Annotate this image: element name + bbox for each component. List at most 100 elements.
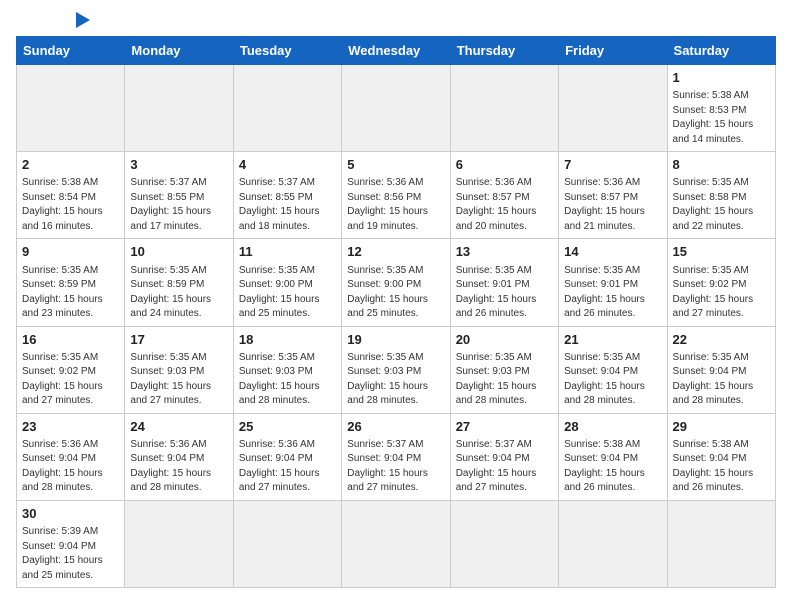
day-info: Sunrise: 5:35 AMSunset: 9:01 PMDaylight:…	[564, 264, 661, 322]
weekday-header-row: SundayMondayTuesdayWednesdayThursdayFrid…	[17, 37, 776, 65]
calendar-cell	[233, 65, 341, 152]
weekday-header-saturday: Saturday	[667, 37, 775, 65]
day-info: Sunrise: 5:35 AMSunset: 9:03 PMDaylight:…	[347, 351, 444, 409]
calendar-cell: 29 Sunrise: 5:38 AMSunset: 9:04 PMDayligh…	[667, 413, 775, 500]
calendar-cell: 18 Sunrise: 5:35 AMSunset: 9:03 PMDayligh…	[233, 326, 341, 413]
day-number: 19	[347, 331, 444, 349]
calendar-cell: 30Sunrise: 5:39 AMSunset: 9:04 PMDayligh…	[17, 500, 125, 587]
weekday-header-wednesday: Wednesday	[342, 37, 450, 65]
calendar-cell: 8 Sunrise: 5:35 AMSunset: 8:58 PMDaylight…	[667, 152, 775, 239]
calendar-week-row: 9 Sunrise: 5:35 AMSunset: 8:59 PMDaylight…	[17, 239, 776, 326]
day-number: 1	[673, 69, 770, 87]
calendar-cell	[342, 500, 450, 587]
calendar-cell: 22Sunrise: 5:35 AMSunset: 9:04 PMDayligh…	[667, 326, 775, 413]
day-number: 25	[239, 418, 336, 436]
day-info: Sunrise: 5:35 AMSunset: 9:02 PMDaylight:…	[22, 351, 119, 409]
day-info: Sunrise: 5:37 AMSunset: 8:55 PMDaylight:…	[239, 176, 336, 234]
calendar-cell: 12 Sunrise: 5:35 AMSunset: 9:00 PMDayligh…	[342, 239, 450, 326]
day-number: 17	[130, 331, 227, 349]
weekday-header-friday: Friday	[559, 37, 667, 65]
calendar-cell: 10Sunrise: 5:35 AMSunset: 8:59 PMDayligh…	[125, 239, 233, 326]
day-info: Sunrise: 5:35 AMSunset: 8:58 PMDaylight:…	[673, 176, 770, 234]
calendar-cell: 24 Sunrise: 5:36 AMSunset: 9:04 PMDayligh…	[125, 413, 233, 500]
calendar-cell: 15Sunrise: 5:35 AMSunset: 9:02 PMDayligh…	[667, 239, 775, 326]
calendar-cell: 9 Sunrise: 5:35 AMSunset: 8:59 PMDaylight…	[17, 239, 125, 326]
day-number: 22	[673, 331, 770, 349]
day-info: Sunrise: 5:36 AMSunset: 8:56 PMDaylight:…	[347, 176, 444, 234]
day-number: 30	[22, 505, 119, 523]
day-info: Sunrise: 5:36 AMSunset: 9:04 PMDaylight:…	[22, 438, 119, 496]
day-info: Sunrise: 5:37 AMSunset: 8:55 PMDaylight:…	[130, 176, 227, 234]
day-number: 5	[347, 156, 444, 174]
day-info: Sunrise: 5:38 AMSunset: 8:54 PMDaylight:…	[22, 176, 119, 234]
day-number: 16	[22, 331, 119, 349]
day-number: 7	[564, 156, 661, 174]
day-info: Sunrise: 5:35 AMSunset: 9:04 PMDaylight:…	[564, 351, 661, 409]
calendar-cell	[125, 500, 233, 587]
weekday-header-tuesday: Tuesday	[233, 37, 341, 65]
calendar-week-row: 2 Sunrise: 5:38 AMSunset: 8:54 PMDaylight…	[17, 152, 776, 239]
calendar-cell: 4 Sunrise: 5:37 AMSunset: 8:55 PMDaylight…	[233, 152, 341, 239]
calendar-cell: 11Sunrise: 5:35 AMSunset: 9:00 PMDayligh…	[233, 239, 341, 326]
calendar-cell: 25 Sunrise: 5:36 AMSunset: 9:04 PMDayligh…	[233, 413, 341, 500]
calendar-cell: 23 Sunrise: 5:36 AMSunset: 9:04 PMDayligh…	[17, 413, 125, 500]
logo-triangle-icon	[76, 12, 90, 28]
day-number: 23	[22, 418, 119, 436]
day-info: Sunrise: 5:35 AMSunset: 9:00 PMDaylight:…	[347, 264, 444, 322]
day-info: Sunrise: 5:35 AMSunset: 9:03 PMDaylight:…	[239, 351, 336, 409]
day-info: Sunrise: 5:36 AMSunset: 8:57 PMDaylight:…	[564, 176, 661, 234]
day-number: 10	[130, 243, 227, 261]
day-info: Sunrise: 5:38 AMSunset: 9:04 PMDaylight:…	[564, 438, 661, 496]
calendar-header: SundayMondayTuesdayWednesdayThursdayFrid…	[17, 37, 776, 65]
day-info: Sunrise: 5:37 AMSunset: 9:04 PMDaylight:…	[347, 438, 444, 496]
calendar-cell	[125, 65, 233, 152]
day-number: 4	[239, 156, 336, 174]
day-number: 28	[564, 418, 661, 436]
logo	[16, 16, 90, 28]
day-number: 3	[130, 156, 227, 174]
day-number: 29	[673, 418, 770, 436]
day-number: 24	[130, 418, 227, 436]
day-number: 6	[456, 156, 553, 174]
day-info: Sunrise: 5:36 AMSunset: 9:04 PMDaylight:…	[239, 438, 336, 496]
calendar-cell: 19 Sunrise: 5:35 AMSunset: 9:03 PMDayligh…	[342, 326, 450, 413]
day-number: 12	[347, 243, 444, 261]
calendar-week-row: 30Sunrise: 5:39 AMSunset: 9:04 PMDayligh…	[17, 500, 776, 587]
day-number: 14	[564, 243, 661, 261]
calendar-week-row: 16 Sunrise: 5:35 AMSunset: 9:02 PMDayligh…	[17, 326, 776, 413]
calendar-cell: 13Sunrise: 5:35 AMSunset: 9:01 PMDayligh…	[450, 239, 558, 326]
calendar-cell: 17Sunrise: 5:35 AMSunset: 9:03 PMDayligh…	[125, 326, 233, 413]
calendar-body: 1Sunrise: 5:38 AMSunset: 8:53 PMDaylight…	[17, 65, 776, 588]
calendar-cell	[17, 65, 125, 152]
day-number: 9	[22, 243, 119, 261]
day-info: Sunrise: 5:38 AMSunset: 9:04 PMDaylight:…	[673, 438, 770, 496]
calendar-cell	[667, 500, 775, 587]
calendar-cell	[233, 500, 341, 587]
calendar-cell	[559, 65, 667, 152]
day-info: Sunrise: 5:37 AMSunset: 9:04 PMDaylight:…	[456, 438, 553, 496]
calendar-cell	[559, 500, 667, 587]
day-info: Sunrise: 5:35 AMSunset: 9:00 PMDaylight:…	[239, 264, 336, 322]
calendar-cell: 7 Sunrise: 5:36 AMSunset: 8:57 PMDaylight…	[559, 152, 667, 239]
weekday-header-thursday: Thursday	[450, 37, 558, 65]
day-info: Sunrise: 5:36 AMSunset: 8:57 PMDaylight:…	[456, 176, 553, 234]
calendar-cell: 14 Sunrise: 5:35 AMSunset: 9:01 PMDayligh…	[559, 239, 667, 326]
calendar-cell: 1Sunrise: 5:38 AMSunset: 8:53 PMDaylight…	[667, 65, 775, 152]
calendar-week-row: 23 Sunrise: 5:36 AMSunset: 9:04 PMDayligh…	[17, 413, 776, 500]
day-number: 15	[673, 243, 770, 261]
calendar-week-row: 1Sunrise: 5:38 AMSunset: 8:53 PMDaylight…	[17, 65, 776, 152]
day-info: Sunrise: 5:36 AMSunset: 9:04 PMDaylight:…	[130, 438, 227, 496]
day-number: 20	[456, 331, 553, 349]
calendar-cell: 6 Sunrise: 5:36 AMSunset: 8:57 PMDaylight…	[450, 152, 558, 239]
day-number: 18	[239, 331, 336, 349]
day-number: 26	[347, 418, 444, 436]
calendar-cell: 26 Sunrise: 5:37 AMSunset: 9:04 PMDayligh…	[342, 413, 450, 500]
calendar-cell: 28 Sunrise: 5:38 AMSunset: 9:04 PMDayligh…	[559, 413, 667, 500]
day-number: 8	[673, 156, 770, 174]
calendar-cell: 3 Sunrise: 5:37 AMSunset: 8:55 PMDaylight…	[125, 152, 233, 239]
day-number: 21	[564, 331, 661, 349]
calendar-cell: 5 Sunrise: 5:36 AMSunset: 8:56 PMDaylight…	[342, 152, 450, 239]
weekday-header-sunday: Sunday	[17, 37, 125, 65]
day-number: 2	[22, 156, 119, 174]
day-info: Sunrise: 5:35 AMSunset: 8:59 PMDaylight:…	[22, 264, 119, 322]
